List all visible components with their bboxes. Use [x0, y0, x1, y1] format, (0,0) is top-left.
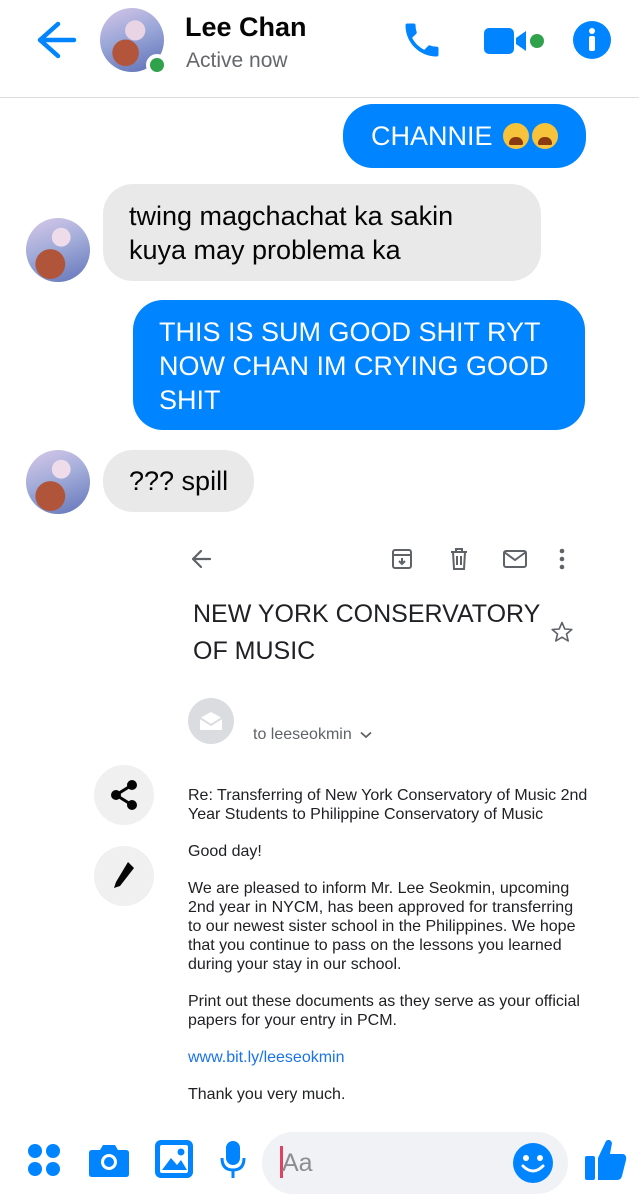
sender-avatar-icon — [188, 698, 234, 744]
microphone-icon[interactable] — [220, 1140, 246, 1180]
email-paragraph: We are pleased to inform Mr. Lee Seokmin… — [188, 880, 576, 973]
more-actions-icon[interactable] — [26, 1140, 62, 1180]
email-closing: Thank you very much. — [188, 1086, 346, 1103]
chat-header: Lee Chan Active now — [0, 0, 639, 98]
message-input[interactable]: Aa — [262, 1132, 568, 1194]
email-greeting: Good day! — [188, 843, 262, 860]
emoji-icon[interactable] — [512, 1142, 554, 1184]
info-icon[interactable] — [572, 20, 612, 60]
email-link: www.bit.ly/leeseokmin — [188, 1049, 345, 1066]
message-text: THIS IS SUM GOOD SHIT RYT NOW CHAN IM CR… — [159, 317, 549, 415]
archive-icon — [392, 549, 412, 569]
contact-name[interactable]: Lee Chan — [185, 12, 307, 43]
contact-avatar[interactable] — [100, 8, 168, 76]
back-arrow-icon[interactable] — [34, 20, 78, 60]
message-text: ??? spill — [129, 466, 229, 496]
message-composer: Aa — [0, 1120, 639, 1200]
gallery-icon[interactable] — [154, 1139, 194, 1179]
email-subject: NEW YORK CONSERVATORY OF MUSIC — [193, 600, 540, 665]
crying-face-emoji-icon — [503, 123, 529, 149]
shared-email-screenshot[interactable]: NEW YORK CONSERVATORY OF MUSIC to leeseo… — [160, 530, 610, 1120]
email-back-arrow-icon — [191, 549, 212, 569]
share-icon — [111, 780, 137, 810]
more-options-icon — [559, 548, 565, 570]
recipient-text: to leeseokmin — [253, 726, 352, 743]
message-bubble-outgoing[interactable]: CHANNIE — [342, 104, 586, 168]
email-paragraph: Print out these documents as they serve … — [188, 993, 580, 1029]
message-bubble-outgoing[interactable]: THIS IS SUM GOOD SHIT RYT NOW CHAN IM CR… — [133, 300, 585, 430]
edit-button[interactable] — [94, 846, 154, 906]
trash-icon — [451, 548, 467, 570]
contact-status: Active now — [186, 49, 288, 72]
message-text: CHANNIE — [370, 121, 493, 151]
share-button[interactable] — [94, 765, 154, 825]
message-bubble-incoming[interactable]: ??? spill — [103, 450, 255, 512]
pencil-icon — [114, 862, 134, 888]
camera-icon[interactable] — [88, 1142, 130, 1178]
email-re-line: Re: Transferring of New York Conservator… — [188, 787, 588, 823]
message-input-placeholder: Aa — [282, 1149, 313, 1177]
thumbs-up-icon[interactable] — [584, 1136, 628, 1182]
active-status-dot — [146, 54, 168, 76]
video-call-icon[interactable] — [484, 26, 546, 56]
message-text: twing magchachat ka sakin kuya may probl… — [129, 201, 454, 265]
crying-face-emoji-icon — [532, 123, 558, 149]
sender-avatar[interactable] — [26, 218, 90, 282]
email-body: Re: Transferring of New York Conservator… — [188, 786, 588, 1120]
mark-unread-mail-icon — [503, 550, 527, 568]
chevron-down-icon — [360, 731, 372, 738]
star-icon — [551, 621, 573, 642]
sender-avatar[interactable] — [26, 450, 90, 514]
email-recipient: to leeseokmin — [253, 726, 372, 744]
phone-call-icon[interactable] — [400, 18, 444, 62]
message-bubble-incoming[interactable]: twing magchachat ka sakin kuya may probl… — [103, 184, 541, 281]
